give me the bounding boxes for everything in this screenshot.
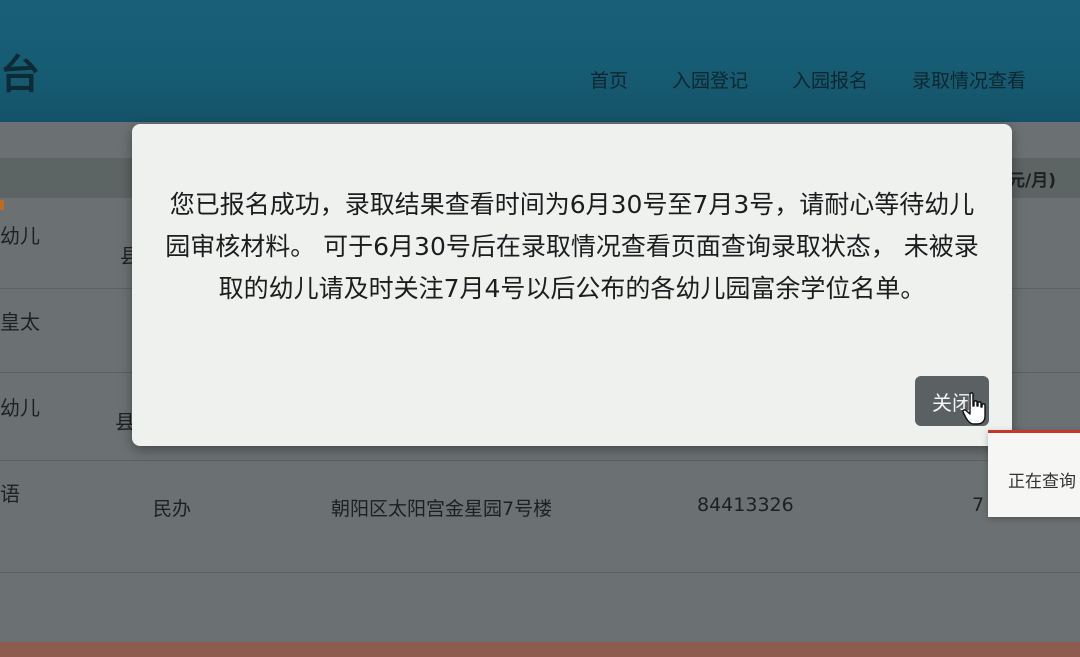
toast-text: 正在查询 bbox=[1008, 472, 1076, 492]
enrollment-success-dialog: 您已报名成功，录取结果查看时间为6月30号至7月3号，请耐心等待幼儿园审核材料。… bbox=[132, 124, 1012, 446]
dialog-message: 您已报名成功，录取结果查看时间为6月30号至7月3号，请耐心等待幼儿园审核材料。… bbox=[165, 190, 979, 303]
hand-cursor-icon bbox=[962, 392, 986, 425]
loading-toast: 正在查询 bbox=[988, 430, 1080, 517]
